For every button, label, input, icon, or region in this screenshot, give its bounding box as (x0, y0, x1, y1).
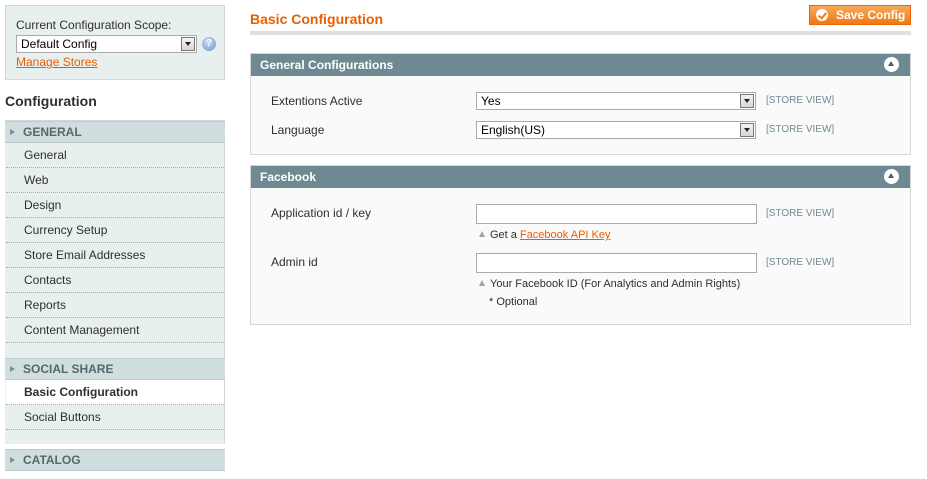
field-note: Get a Facebook API Key (479, 229, 610, 241)
field-note: Your Facebook ID (For Analytics and Admi… (479, 278, 740, 290)
field-label: Language (271, 123, 325, 137)
optional-note: * Optional (489, 296, 538, 308)
manage-stores-link[interactable]: Manage Stores (16, 55, 97, 69)
arrow-up-icon (479, 231, 485, 237)
arrow-up-icon (479, 280, 485, 286)
admin-id-input[interactable] (476, 253, 757, 273)
section-title: GENERAL (23, 125, 82, 139)
collapse-icon[interactable] (884, 169, 899, 184)
note-text: Your Facebook ID (For Analytics and Admi… (490, 278, 741, 290)
scope-label: Current Configuration Scope: (16, 18, 172, 32)
field-label: Application id / key (271, 206, 372, 220)
select-value: English(US) (481, 123, 546, 137)
sidebar-item-content-management[interactable]: Content Management (6, 318, 224, 343)
language-select[interactable]: English(US) (476, 121, 756, 139)
caret-right-icon (10, 129, 15, 135)
select-value: Yes (481, 94, 501, 108)
fieldset-header[interactable]: Facebook (251, 166, 910, 188)
fieldset-title: Facebook (260, 170, 317, 184)
chevron-down-icon (181, 37, 195, 51)
chevron-down-icon (740, 123, 754, 137)
section-social-share-list: Basic Configuration Social Buttons (5, 380, 225, 444)
sidebar-item-reports[interactable]: Reports (6, 293, 224, 318)
scope-tag: [STORE VIEW] (766, 257, 835, 268)
section-social-share[interactable]: SOCIAL SHARE (5, 358, 225, 380)
sidebar-item-social-buttons[interactable]: Social Buttons (6, 405, 224, 430)
general-configurations-fieldset: General Configurations Extentions Active… (250, 53, 911, 155)
fieldset-title: General Configurations (260, 58, 394, 72)
chevron-down-icon (740, 94, 754, 108)
facebook-fieldset: Facebook Application id / key [STORE VIE… (250, 165, 911, 325)
field-label: Admin id (271, 255, 318, 269)
scope-tag: [STORE VIEW] (766, 208, 835, 219)
sidebar-item-store-email-addresses[interactable]: Store Email Addresses (6, 243, 224, 268)
collapse-icon[interactable] (884, 57, 899, 72)
check-icon (816, 9, 828, 21)
save-config-button[interactable]: Save Config (809, 5, 911, 25)
section-title: CATALOG (23, 453, 81, 467)
fieldset-header[interactable]: General Configurations (251, 54, 910, 76)
page-title: Basic Configuration (250, 11, 384, 27)
section-general[interactable]: GENERAL (5, 121, 225, 143)
facebook-api-key-link[interactable]: Facebook API Key (520, 229, 611, 241)
scope-select[interactable]: Default Config (16, 35, 197, 53)
scope-tag: [STORE VIEW] (766, 124, 835, 135)
note-prefix: Get a (490, 229, 517, 241)
save-config-label: Save Config (836, 8, 906, 22)
sidebar-item-design[interactable]: Design (6, 193, 224, 218)
sidebar-item-general[interactable]: General (6, 143, 224, 168)
help-icon[interactable]: ? (202, 37, 216, 51)
sidebar-item-contacts[interactable]: Contacts (6, 268, 224, 293)
section-catalog[interactable]: CATALOG (5, 449, 225, 471)
application-id-input[interactable] (476, 204, 757, 224)
extensions-active-select[interactable]: Yes (476, 92, 756, 110)
scope-select-value: Default Config (21, 37, 98, 51)
main-content: Basic Configuration Save Config General … (250, 5, 911, 325)
section-general-list: General Web Design Currency Setup Store … (5, 143, 225, 358)
sidebar-title: Configuration (5, 80, 225, 121)
sidebar-item-web[interactable]: Web (6, 168, 224, 193)
section-title: SOCIAL SHARE (23, 362, 114, 376)
field-label: Extentions Active (271, 94, 363, 108)
sidebar: Current Configuration Scope: Default Con… (5, 5, 225, 479)
scope-switcher: Current Configuration Scope: Default Con… (5, 5, 225, 80)
caret-right-icon (10, 457, 15, 463)
sidebar-item-currency-setup[interactable]: Currency Setup (6, 218, 224, 243)
page-header: Basic Configuration Save Config (250, 5, 911, 35)
caret-right-icon (10, 366, 15, 372)
sidebar-item-basic-configuration[interactable]: Basic Configuration (6, 380, 224, 405)
scope-tag: [STORE VIEW] (766, 95, 835, 106)
